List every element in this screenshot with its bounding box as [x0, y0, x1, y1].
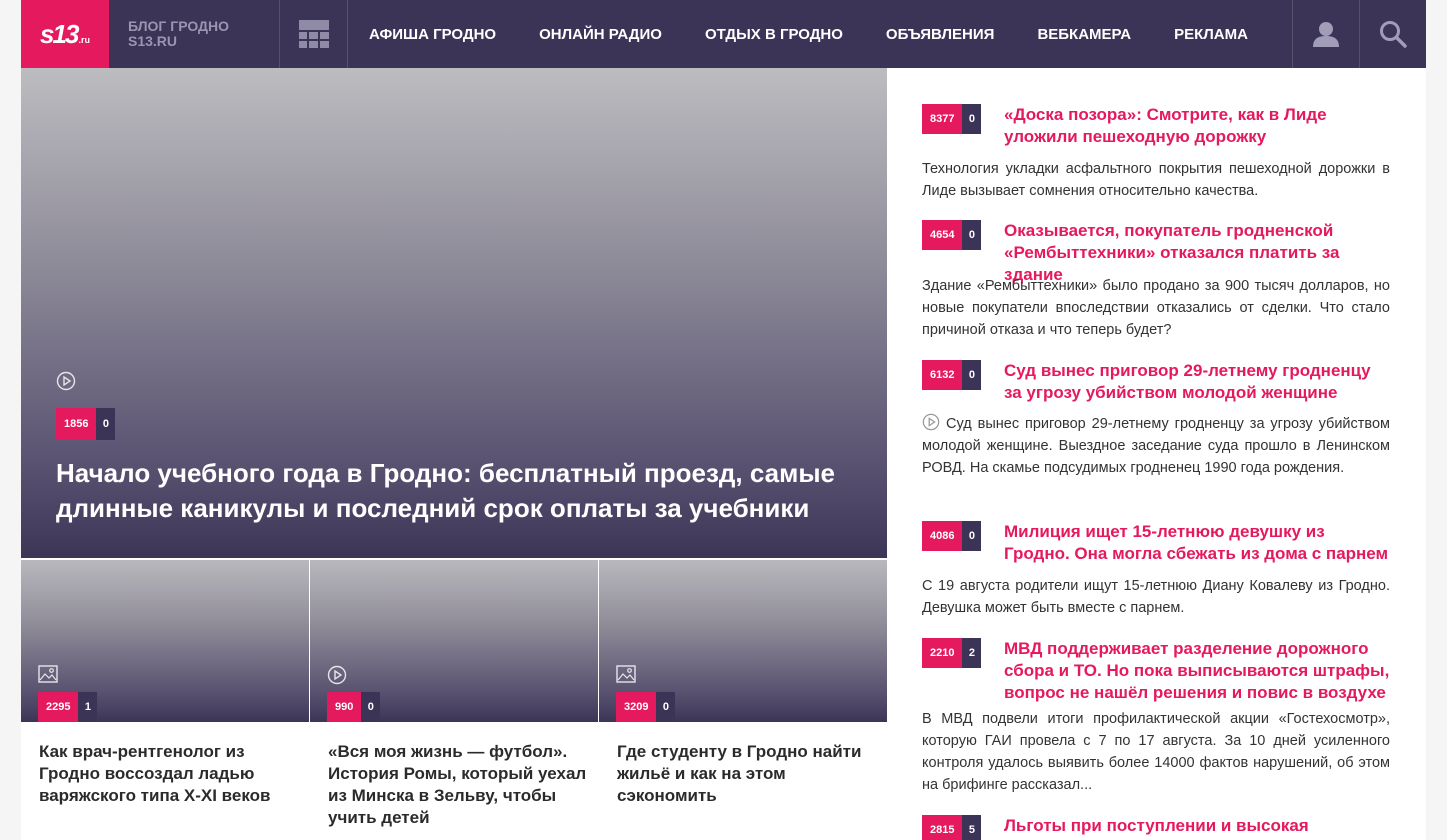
article-card-image[interactable]: 990 0	[310, 560, 598, 722]
search-icon	[1380, 21, 1407, 48]
views-count: 3209	[616, 692, 657, 722]
nav-item-radio[interactable]: ОНЛАЙН РАДИО	[539, 26, 662, 43]
news-stats: 6132 0	[922, 360, 982, 390]
news-title[interactable]: Милиция ищет 15-летнюю девушку из Гродно…	[1004, 521, 1392, 565]
user-icon	[1313, 22, 1339, 47]
logo-mark: s13.ru	[40, 18, 90, 49]
news-excerpt-text: Суд вынес приговор 29-летнему гродненцу …	[922, 416, 1390, 476]
grid-icon	[298, 20, 329, 48]
user-button[interactable]	[1292, 0, 1359, 68]
comments-count[interactable]: 2	[962, 638, 982, 668]
comments-count[interactable]: 5	[962, 815, 982, 840]
card-title[interactable]: «Вся моя жизнь — футбол». История Ромы, …	[328, 741, 588, 829]
hero-stats: 1856 0	[56, 408, 116, 440]
news-stats: 4654 0	[922, 220, 982, 250]
nav-item-ads[interactable]: РЕКЛАМА	[1174, 26, 1248, 43]
views-count: 2815	[922, 815, 963, 840]
comments-count[interactable]: 1	[78, 692, 98, 722]
news-stats: 8377 0	[922, 104, 982, 134]
card-stats: 2295 1	[38, 692, 98, 722]
news-excerpt: Здание «Рембыттехники» было продано за 9…	[922, 278, 1390, 338]
news-stats: 4086 0	[922, 521, 982, 551]
nav-item-webcam[interactable]: ВЕБКАМЕРА	[1037, 26, 1131, 43]
views-count: 990	[327, 692, 362, 722]
views-count: 1856	[56, 408, 97, 440]
news-stats: 2815 5	[922, 815, 982, 840]
news-title[interactable]: Льготы при поступлении и высокая стипенд…	[1004, 815, 1392, 840]
blog-title[interactable]: БЛОГ ГРОДНО S13.RU	[109, 0, 280, 68]
comments-count[interactable]: 0	[962, 220, 982, 250]
play-icon	[56, 371, 76, 391]
card-stats: 3209 0	[616, 692, 676, 722]
views-count: 2295	[38, 692, 79, 722]
card-title[interactable]: Как врач-рентгенолог из Гродно воссоздал…	[39, 741, 299, 807]
comments-count[interactable]: 0	[361, 692, 381, 722]
nav-item-leisure[interactable]: ОТДЫХ В ГРОДНО	[705, 26, 843, 43]
comments-count[interactable]: 0	[962, 521, 982, 551]
play-icon	[922, 413, 940, 431]
news-excerpt: В МВД подвели итоги профилактической акц…	[922, 711, 1390, 793]
site-logo[interactable]: s13.ru	[21, 0, 109, 68]
card-stats: 990 0	[327, 692, 381, 722]
news-excerpt: Технология укладки асфальтного покрытия …	[922, 161, 1390, 199]
play-icon	[327, 665, 347, 685]
hero-article[interactable]: 1856 0 Начало учебного года в Гродно: бе…	[21, 68, 887, 558]
news-excerpt: Суд вынес приговор 29-летнему гродненцу …	[922, 413, 1390, 479]
comments-count[interactable]: 0	[962, 104, 982, 134]
sections-menu-button[interactable]	[280, 0, 348, 68]
comments-count[interactable]: 0	[96, 408, 116, 440]
search-button[interactable]	[1359, 0, 1426, 68]
blog-title-line1: БЛОГ ГРОДНО	[128, 18, 230, 34]
news-title[interactable]: «Доска позора»: Смотрите, как в Лиде уло…	[1004, 104, 1392, 148]
news-stats: 2210 2	[922, 638, 982, 668]
blog-title-line2: S13.RU	[128, 33, 178, 49]
site-header: s13.ru БЛОГ ГРОДНО S13.RU АФИША ГРОДНО О…	[21, 0, 1426, 68]
card-title[interactable]: Где студенту в Гродно найти жильё и как …	[617, 741, 877, 807]
news-title[interactable]: МВД поддерживает разделение дорожного сб…	[1004, 638, 1392, 704]
hero-title[interactable]: Начало учебного года в Гродно: бесплатны…	[56, 456, 856, 526]
views-count: 4654	[922, 220, 963, 250]
nav-item-afisha[interactable]: АФИША ГРОДНО	[369, 26, 496, 43]
page: s13.ru БЛОГ ГРОДНО S13.RU АФИША ГРОДНО О…	[21, 0, 1426, 840]
nav-item-classifieds[interactable]: ОБЪЯВЛЕНИЯ	[886, 26, 995, 43]
main-nav: АФИША ГРОДНО ОНЛАЙН РАДИО ОТДЫХ В ГРОДНО…	[348, 0, 1292, 68]
news-title[interactable]: Суд вынес приговор 29-летнему гродненцу …	[1004, 360, 1392, 404]
news-excerpt: С 19 августа родители ищут 15-летнюю Диа…	[922, 578, 1390, 616]
article-card-image[interactable]: 3209 0	[599, 560, 887, 722]
views-count: 6132	[922, 360, 963, 390]
views-count: 4086	[922, 521, 963, 551]
article-card-image[interactable]: 2295 1	[21, 560, 309, 722]
views-count: 2210	[922, 638, 963, 668]
comments-count[interactable]: 0	[656, 692, 676, 722]
comments-count[interactable]: 0	[962, 360, 982, 390]
image-icon	[38, 665, 58, 683]
image-icon	[616, 665, 636, 683]
views-count: 8377	[922, 104, 963, 134]
